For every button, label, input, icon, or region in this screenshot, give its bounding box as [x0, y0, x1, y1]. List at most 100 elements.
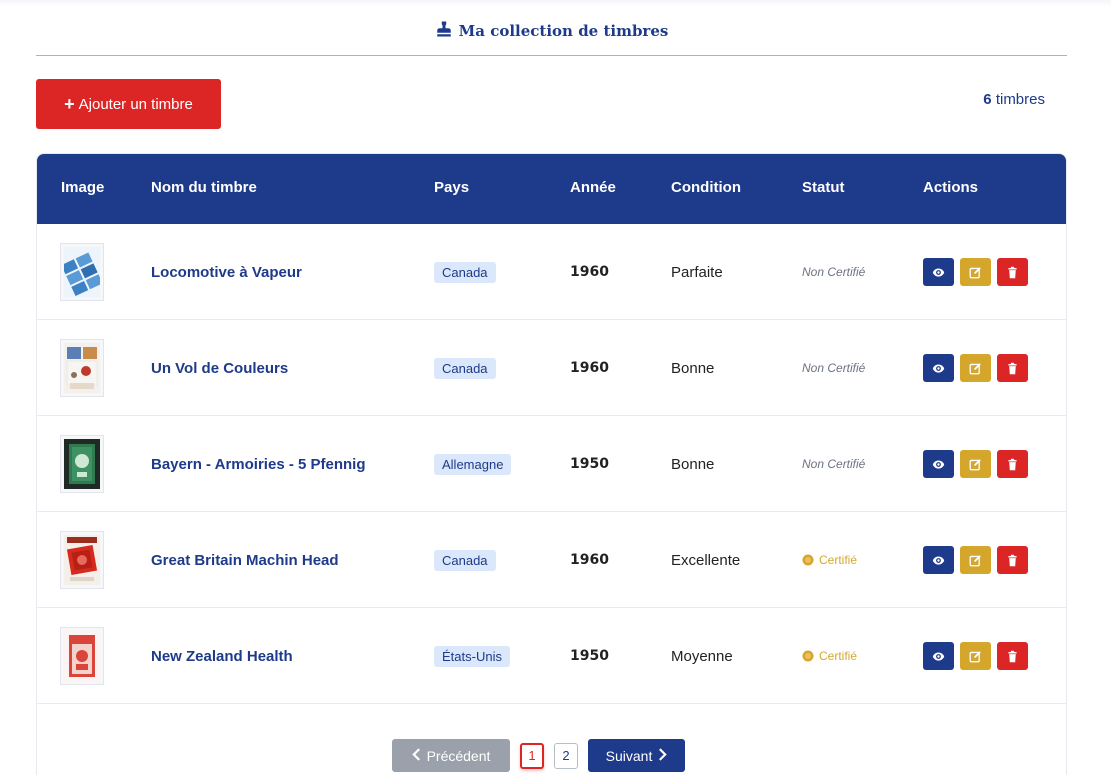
stamp-icon [435, 20, 453, 42]
column-header-country: Pays [434, 179, 470, 196]
eye-icon [932, 267, 945, 277]
column-header-year: Année [570, 179, 616, 196]
year-value: 1960 [570, 360, 609, 376]
certified-seal-icon [802, 554, 814, 566]
chevron-right-icon [658, 747, 668, 764]
stamp-image-cell [60, 320, 104, 416]
stamp-image-nz-health [64, 631, 100, 681]
view-button[interactable] [923, 642, 954, 670]
add-stamp-button[interactable]: + Ajouter un timbre [36, 79, 221, 129]
view-button[interactable] [923, 546, 954, 574]
condition-value: Bonne [671, 455, 715, 473]
condition-value: Excellente [671, 551, 741, 569]
delete-button[interactable] [997, 642, 1028, 670]
stamp-name-link[interactable]: New Zealand Health [151, 648, 293, 665]
edit-icon [969, 362, 981, 374]
trash-icon [1008, 362, 1017, 374]
country-badge: Allemagne [434, 453, 512, 475]
column-header-name: Nom du timbre [151, 179, 257, 196]
stamp-thumbnail[interactable] [60, 435, 104, 493]
table-row: New Zealand Health États-Unis 1950 Moyen… [37, 608, 1066, 704]
eye-icon [932, 651, 945, 661]
country-badge: États-Unis [434, 645, 510, 667]
stamp-thumbnail[interactable] [60, 243, 104, 301]
previous-page-button[interactable]: Précédent [392, 739, 510, 772]
delete-button[interactable] [997, 450, 1028, 478]
stamp-thumbnail[interactable] [60, 627, 104, 685]
year-value: 1960 [570, 264, 609, 280]
edit-icon [969, 554, 981, 566]
page: Ma collection de timbres + Ajouter un ti… [0, 0, 1111, 775]
table-row: Bayern - Armoiries - 5 Pfennig Allemagne… [37, 416, 1066, 512]
page-button-2[interactable]: 2 [554, 742, 578, 769]
view-button[interactable] [923, 450, 954, 478]
stamp-name-link[interactable]: Great Britain Machin Head [151, 552, 339, 569]
year-value: 1950 [570, 456, 609, 472]
delete-button[interactable] [997, 546, 1028, 574]
condition-value: Bonne [671, 359, 715, 377]
status-badge: Certifié [802, 649, 857, 663]
stamp-image-cell [60, 224, 104, 320]
previous-label: Précédent [426, 747, 491, 764]
stamp-count-number: 6 [983, 91, 992, 108]
stamp-name-link[interactable]: Un Vol de Couleurs [151, 360, 288, 377]
edit-button[interactable] [960, 450, 991, 478]
stamp-image-locomotive [64, 247, 100, 297]
status-badge: Non Certifié [802, 361, 866, 375]
plus-icon: + [64, 94, 75, 114]
page-button-1[interactable]: 1 [520, 742, 544, 769]
trash-icon [1008, 554, 1017, 566]
stamp-thumbnail[interactable] [60, 531, 104, 589]
next-page-button[interactable]: Suivant [588, 739, 685, 772]
column-header-condition: Condition [671, 179, 741, 196]
delete-button[interactable] [997, 258, 1028, 286]
stamp-thumbnail[interactable] [60, 339, 104, 397]
eye-icon [932, 555, 945, 565]
row-actions [923, 546, 1028, 574]
year-value: 1960 [570, 552, 609, 568]
country-badge: Canada [434, 549, 496, 571]
stamp-image-machin [64, 535, 100, 585]
edit-icon [969, 458, 981, 470]
year-value: 1950 [570, 648, 609, 664]
edit-button[interactable] [960, 546, 991, 574]
status-label: Certifié [819, 553, 858, 567]
table-row: Un Vol de Couleurs Canada 1960 Bonne Non… [37, 320, 1066, 416]
table-header: Image Nom du timbre Pays Année Condition… [37, 154, 1066, 224]
trash-icon [1008, 266, 1017, 278]
row-actions [923, 354, 1028, 382]
edit-icon [969, 266, 981, 278]
chevron-left-icon [411, 747, 421, 764]
column-header-status: Statut [802, 179, 845, 196]
table-row: Great Britain Machin Head Canada 1960 Ex… [37, 512, 1066, 608]
stamp-name-link[interactable]: Bayern - Armoiries - 5 Pfennig [151, 456, 366, 473]
status-label: Certifié [819, 649, 858, 663]
top-divider [0, 0, 1111, 6]
condition-value: Parfaite [671, 263, 723, 281]
certified-seal-icon [802, 650, 814, 662]
status-badge: Non Certifié [802, 457, 866, 471]
stamp-image-bayern [64, 439, 100, 489]
stamp-count: 6 timbres [983, 91, 1045, 108]
pagination: Précédent 1 2 Suivant [392, 739, 685, 772]
status-badge: Non Certifié [802, 265, 866, 279]
stamp-image-cell [60, 512, 104, 608]
edit-button[interactable] [960, 642, 991, 670]
stamp-image-cell [60, 608, 104, 704]
page-title: Ma collection de timbres [435, 20, 668, 42]
view-button[interactable] [923, 258, 954, 286]
header: Ma collection de timbres [36, 14, 1067, 56]
eye-icon [932, 459, 945, 469]
stamp-count-suffix: timbres [995, 91, 1045, 108]
table-row: Locomotive à Vapeur Canada 1960 Parfaite… [37, 224, 1066, 320]
edit-button[interactable] [960, 354, 991, 382]
eye-icon [932, 363, 945, 373]
edit-button[interactable] [960, 258, 991, 286]
row-actions [923, 258, 1028, 286]
stamp-name-link[interactable]: Locomotive à Vapeur [151, 264, 302, 281]
delete-button[interactable] [997, 354, 1028, 382]
view-button[interactable] [923, 354, 954, 382]
stamps-table: Image Nom du timbre Pays Année Condition… [36, 153, 1067, 775]
add-stamp-label: Ajouter un timbre [78, 95, 193, 113]
condition-value: Moyenne [671, 647, 733, 665]
